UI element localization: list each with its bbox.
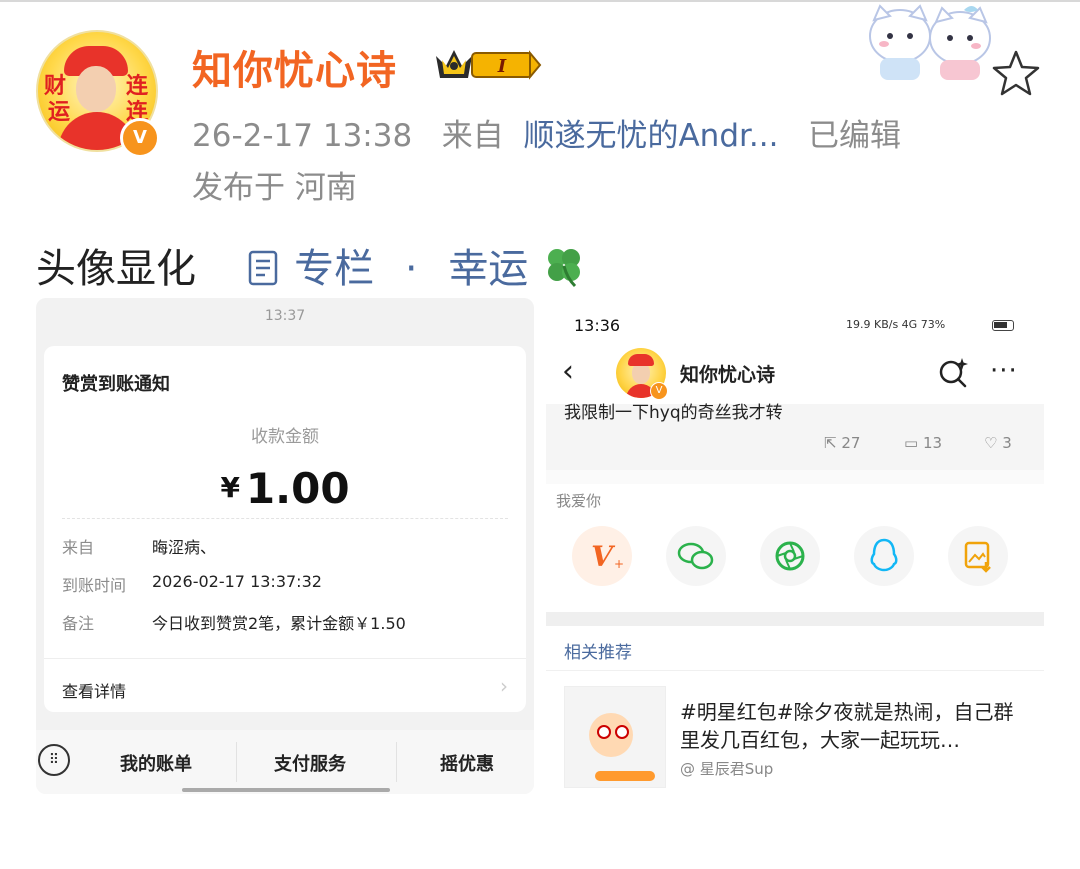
keyboard-icon[interactable]: ⠿	[38, 744, 70, 776]
chevron-right-icon: ›	[500, 674, 508, 698]
comment-count[interactable]: ▭ 13	[904, 434, 942, 452]
search-icon[interactable]	[936, 356, 970, 390]
recommend-text[interactable]: #明星红包#除夕夜就是热闹，自己群里发几百红包，大家一起玩玩…	[680, 698, 1030, 754]
row-value: 今日收到赞赏2笔，累计金额￥1.50	[152, 614, 406, 633]
level-badge: I	[497, 56, 507, 77]
amount-value: ¥1.00	[44, 464, 526, 513]
profile-name[interactable]: 知你忧心诗	[680, 360, 775, 387]
moments-icon[interactable]	[760, 526, 820, 586]
like-icon: ♡	[984, 434, 998, 452]
decor-cats-icon	[869, 4, 991, 80]
star-icon[interactable]	[990, 48, 1042, 100]
section-bar	[546, 612, 1044, 626]
qq-icon[interactable]	[854, 526, 914, 586]
avatar-face	[76, 66, 116, 112]
reward-screenshot[interactable]: 13:37 赞赏到账通知 收款金额 ¥1.00 来自 晦涩病、 到账时间 202…	[36, 298, 534, 794]
more-icon[interactable]: ···	[990, 356, 1018, 386]
like-number: 3	[1002, 434, 1012, 452]
luck-link[interactable]: 幸运	[448, 246, 528, 292]
dashed-divider	[62, 518, 508, 519]
tab-divider	[236, 742, 237, 782]
row-key: 备注	[62, 614, 95, 633]
recommend-divider	[546, 670, 1044, 671]
amount-label: 收款金额	[251, 427, 319, 447]
home-indicator	[182, 788, 390, 792]
wechat-icon[interactable]	[666, 526, 726, 586]
pay-service-tab[interactable]: 支付服务	[274, 750, 346, 776]
my-bill-tab[interactable]: 我的账单	[120, 750, 192, 776]
verified-icon: V	[120, 118, 160, 158]
recommend-title: 相关推荐	[564, 643, 632, 663]
reward-card: 赞赏到账通知 收款金额 ¥1.00 来自 晦涩病、 到账时间 2026-02-1…	[44, 346, 526, 712]
comment-icon: ▭	[904, 434, 919, 452]
post-location: 发布于 河南	[192, 170, 357, 206]
post-date: 26-2-17 13:38	[192, 118, 413, 154]
edited-label[interactable]: 已编辑	[808, 118, 901, 154]
card-divider	[44, 658, 526, 659]
post-snippet[interactable]: 我限制一下hyq的奇丝我才转 ⇱ 27 ▭ 13 ♡ 3	[546, 403, 1044, 470]
snippet-text: 我限制一下hyq的奇丝我才转	[564, 403, 783, 423]
avatar-text: 运	[48, 99, 71, 125]
repost-count[interactable]: ⇱ 27	[824, 434, 860, 452]
recommend-thumbnail[interactable]	[564, 686, 666, 788]
view-details-link[interactable]: 查看详情	[62, 678, 126, 702]
discount-tab[interactable]: 摇优惠	[440, 750, 494, 776]
tab-divider	[396, 742, 397, 782]
status-icons: 19.9 KB/s 4G 73%	[846, 318, 946, 331]
battery-icon	[992, 320, 1014, 331]
from-label: 来自	[441, 118, 504, 154]
post-text: 头像显化 专栏 · 幸运	[36, 236, 587, 294]
repost-icon: ⇱	[824, 434, 837, 452]
row-key: 来自	[62, 538, 95, 557]
currency-symbol: ¥	[220, 471, 240, 504]
svg-text:V: V	[591, 540, 616, 573]
comment-number: 13	[922, 434, 943, 452]
card-title: 赞赏到账通知	[62, 374, 170, 395]
weibo-v-icon[interactable]: V +	[572, 526, 632, 586]
bottom-bar: ⠿ 我的账单 支付服务 摇优惠	[36, 730, 534, 794]
status-time: 13:37	[264, 308, 306, 324]
post-source[interactable]: 顺遂无忧的Andr...	[523, 118, 778, 154]
row-key: 到账时间	[62, 576, 127, 595]
clover-icon	[548, 249, 581, 288]
separator-dot: ·	[404, 246, 418, 292]
weibo-screenshot[interactable]: 13:36 19.9 KB/s 4G 73% ‹ V 知你忧心诗 ··· 我限制…	[546, 304, 1044, 794]
row-value: 2026-02-17 13:37:32	[152, 572, 322, 591]
amount-number: 1.00	[245, 464, 350, 513]
svg-text:+: +	[614, 557, 624, 571]
back-icon[interactable]: ‹	[562, 354, 574, 389]
column-link[interactable]: 专栏	[294, 246, 374, 292]
save-image-icon[interactable]	[948, 526, 1008, 586]
row-value: 晦涩病、	[152, 538, 217, 557]
status-time: 13:36	[574, 316, 621, 335]
section-gap	[546, 470, 1044, 484]
crown-badge-icon[interactable]: I	[432, 44, 542, 84]
post-meta: 26-2-17 13:38 来自 顺遂无忧的Andr... 已编辑	[192, 110, 901, 155]
post-text-main: 头像显化	[36, 246, 196, 292]
recommend-author[interactable]: @ 星辰君Sup	[680, 758, 773, 779]
like-count[interactable]: ♡ 3	[984, 434, 1012, 452]
repost-number: 27	[841, 434, 861, 452]
username[interactable]: 知你忧心诗	[192, 38, 397, 96]
column-icon	[249, 250, 278, 286]
share-icons: V +	[546, 526, 1044, 590]
share-label: 我爱你	[556, 492, 602, 510]
